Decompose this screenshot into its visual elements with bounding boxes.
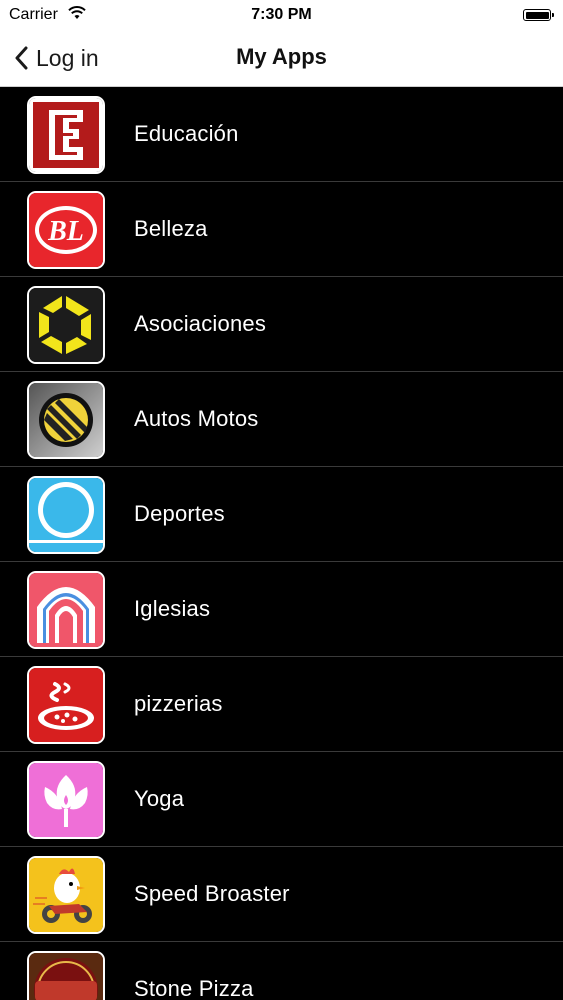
list-item-belleza[interactable]: BL Belleza	[0, 182, 563, 277]
app-label: Iglesias	[134, 596, 211, 621]
battery-icon	[523, 9, 554, 21]
beauty-icon: BL	[27, 191, 105, 269]
list-item-deportes[interactable]: Deportes	[0, 467, 563, 562]
list-item-educacion[interactable]: Educación	[0, 87, 563, 182]
app-label: Deportes	[134, 501, 225, 526]
app-label: Yoga	[134, 786, 185, 811]
app-label: Autos Motos	[134, 406, 259, 431]
app-label: Speed Broaster	[134, 881, 290, 906]
app-label: Educación	[134, 121, 239, 146]
church-icon	[27, 571, 105, 649]
navigation-bar: Log in My Apps	[0, 30, 563, 87]
list-item-autos-motos[interactable]: Autos Motos	[0, 372, 563, 467]
associations-icon	[27, 286, 105, 364]
list-item-pizzerias[interactable]: pizzerias	[0, 657, 563, 752]
education-icon	[27, 96, 105, 174]
autos-motos-icon	[27, 381, 105, 459]
list-item-iglesias[interactable]: Iglesias	[0, 562, 563, 657]
yoga-icon	[27, 761, 105, 839]
list-item-asociaciones[interactable]: Asociaciones	[0, 277, 563, 372]
list-item-speed-broaster[interactable]: Speed Broaster	[0, 847, 563, 942]
status-bar: Carrier 7:30 PM	[0, 0, 563, 30]
app-label: Belleza	[134, 216, 208, 241]
app-label: pizzerias	[134, 691, 223, 716]
pizza-icon	[27, 666, 105, 744]
page-title: My Apps	[236, 44, 327, 69]
list-item-stone-pizza[interactable]: Stone Pizza	[0, 942, 563, 1000]
app-list[interactable]: Educación BL Belleza Asociaciones Autos …	[0, 87, 563, 1000]
list-item-yoga[interactable]: Yoga	[0, 752, 563, 847]
stone-pizza-icon	[27, 951, 105, 1000]
speed-broaster-icon	[27, 856, 105, 934]
app-label: Stone Pizza	[134, 976, 254, 1000]
app-label: Asociaciones	[134, 311, 267, 336]
svg-text:BL: BL	[47, 216, 84, 247]
sports-icon	[27, 476, 105, 554]
status-time: 7:30 PM	[251, 6, 312, 23]
